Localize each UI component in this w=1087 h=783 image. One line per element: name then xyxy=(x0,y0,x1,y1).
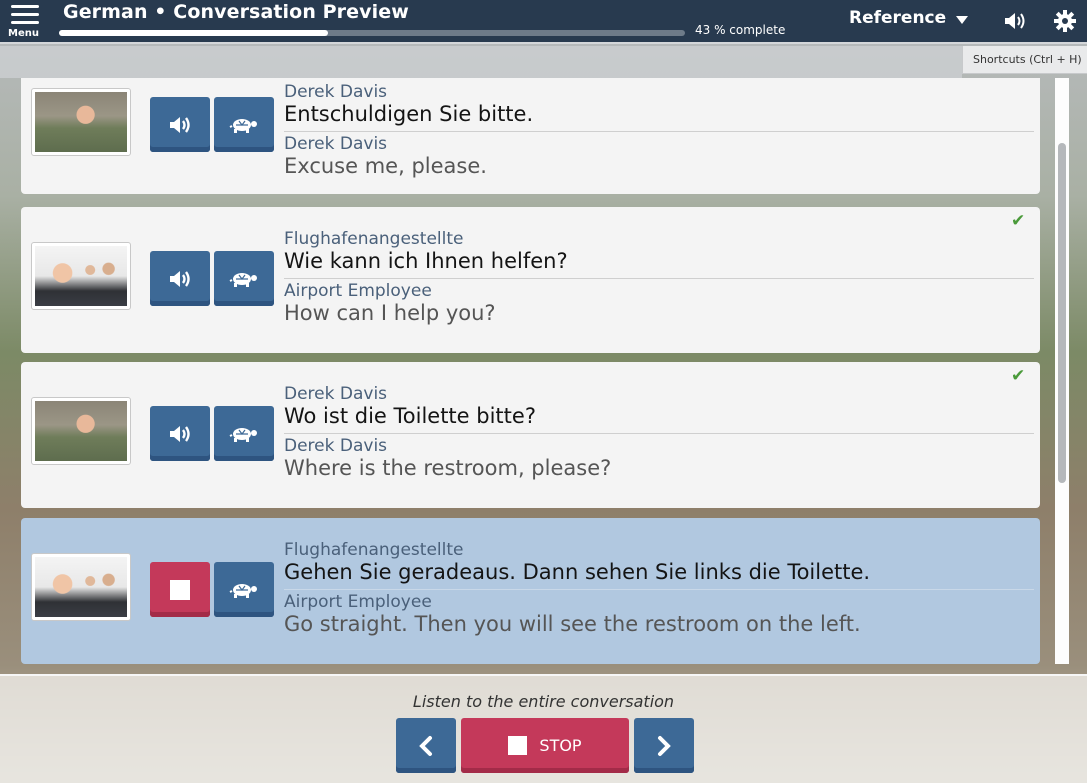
stop-button[interactable]: STOP xyxy=(461,718,629,773)
previous-button[interactable] xyxy=(396,718,456,773)
conversation-card[interactable]: Flughafenangestellte Wie kann ich Ihnen … xyxy=(21,207,1040,353)
avatar xyxy=(31,553,131,621)
divider xyxy=(284,278,1034,279)
slow-audio-button[interactable] xyxy=(214,251,274,306)
speaker-icon xyxy=(170,425,190,442)
chevron-left-icon xyxy=(419,735,432,756)
speaker-name-de: Flughafenangestellte xyxy=(284,540,464,560)
progress-fill xyxy=(59,30,329,36)
line-german: Entschuldigen Sie bitte. xyxy=(284,102,534,126)
play-audio-button[interactable] xyxy=(150,406,210,461)
line-english: Excuse me, please. xyxy=(284,154,487,178)
chevron-down-icon[interactable] xyxy=(956,16,968,24)
turtle-slow-icon xyxy=(229,272,257,287)
line-english: Go straight. Then you will see the restr… xyxy=(284,612,861,636)
footer-controls: Listen to the entire conversation STOP xyxy=(0,674,1087,783)
conversation-card[interactable]: Derek Davis Entschuldigen Sie bitte. Der… xyxy=(21,78,1040,194)
divider xyxy=(284,131,1034,132)
speaker-name-de: Derek Davis xyxy=(284,82,388,102)
slow-audio-button[interactable] xyxy=(214,562,274,617)
turtle-slow-icon xyxy=(229,583,257,598)
menu-icon-bar xyxy=(11,21,39,24)
speaker-icon xyxy=(170,116,190,133)
divider xyxy=(284,589,1034,590)
menu-icon-bar xyxy=(11,13,39,16)
chevron-right-icon xyxy=(658,735,671,756)
dialogue-text: Derek Davis Wo ist die Toilette bitte? D… xyxy=(284,384,1034,481)
page-title: German • Conversation Preview xyxy=(63,1,409,23)
check-icon: ✔ xyxy=(1011,211,1026,231)
menu-label: Menu xyxy=(8,28,39,39)
divider xyxy=(284,433,1034,434)
scrollbar[interactable] xyxy=(1055,78,1069,664)
avatar-photo xyxy=(35,557,127,617)
line-german: Gehen Sie geradeaus. Dann sehen Sie link… xyxy=(284,560,871,584)
speaker-name-en: Derek Davis xyxy=(284,436,388,456)
speaker-name-de: Flughafenangestellte xyxy=(284,229,464,249)
play-audio-button[interactable] xyxy=(150,97,210,152)
stop-icon xyxy=(508,736,528,755)
turtle-slow-icon xyxy=(229,427,257,442)
slow-audio-button[interactable] xyxy=(214,406,274,461)
line-german: Wie kann ich Ihnen helfen? xyxy=(284,249,568,273)
avatar-photo xyxy=(35,401,127,461)
menu-button[interactable]: Menu xyxy=(8,3,42,41)
avatar-photo xyxy=(35,246,127,306)
line-english: Where is the restroom, please? xyxy=(284,456,612,480)
turtle-slow-icon xyxy=(229,118,257,133)
speaker-name-de: Derek Davis xyxy=(284,384,388,404)
line-german: Wo ist die Toilette bitte? xyxy=(284,404,536,428)
shortcuts-tooltip: Shortcuts (Ctrl + H) xyxy=(962,46,1087,74)
stop-label: STOP xyxy=(539,736,582,755)
speaker-icon xyxy=(170,270,190,287)
avatar-photo xyxy=(35,92,127,152)
slow-audio-button[interactable] xyxy=(214,97,274,152)
dialogue-text: Flughafenangestellte Gehen Sie geradeaus… xyxy=(284,540,1034,637)
avatar xyxy=(31,242,131,310)
play-audio-button[interactable] xyxy=(150,251,210,306)
stop-icon xyxy=(170,579,190,600)
stop-audio-button[interactable] xyxy=(150,562,210,617)
speaker-name-en: Airport Employee xyxy=(284,592,432,612)
check-icon: ✔ xyxy=(1011,366,1026,386)
line-english: How can I help you? xyxy=(284,301,496,325)
speaker-icon[interactable] xyxy=(1003,10,1027,32)
scrollbar-thumb[interactable] xyxy=(1058,143,1066,483)
avatar xyxy=(31,88,131,156)
progress-bar xyxy=(59,30,685,36)
gear-icon[interactable] xyxy=(1053,9,1077,33)
progress-text: 43 % complete xyxy=(695,23,786,37)
dialogue-text: Flughafenangestellte Wie kann ich Ihnen … xyxy=(284,229,1034,326)
speaker-name-en: Airport Employee xyxy=(284,281,432,301)
menu-icon xyxy=(11,5,39,8)
conversation-list: Derek Davis Entschuldigen Sie bitte. Der… xyxy=(0,78,1087,674)
conversation-card[interactable]: Flughafenangestellte Gehen Sie geradeaus… xyxy=(21,518,1040,664)
top-bar: Menu German • Conversation Preview 43 % … xyxy=(0,0,1087,44)
listen-instruction: Listen to the entire conversation xyxy=(412,692,675,711)
conversation-card[interactable]: Derek Davis Wo ist die Toilette bitte? D… xyxy=(21,362,1040,508)
avatar xyxy=(31,397,131,465)
reference-dropdown[interactable]: Reference xyxy=(849,8,946,28)
next-button[interactable] xyxy=(634,718,694,773)
dialogue-text: Derek Davis Entschuldigen Sie bitte. Der… xyxy=(284,82,1034,179)
content-header-strip xyxy=(0,46,962,78)
speaker-name-en: Derek Davis xyxy=(284,134,388,154)
